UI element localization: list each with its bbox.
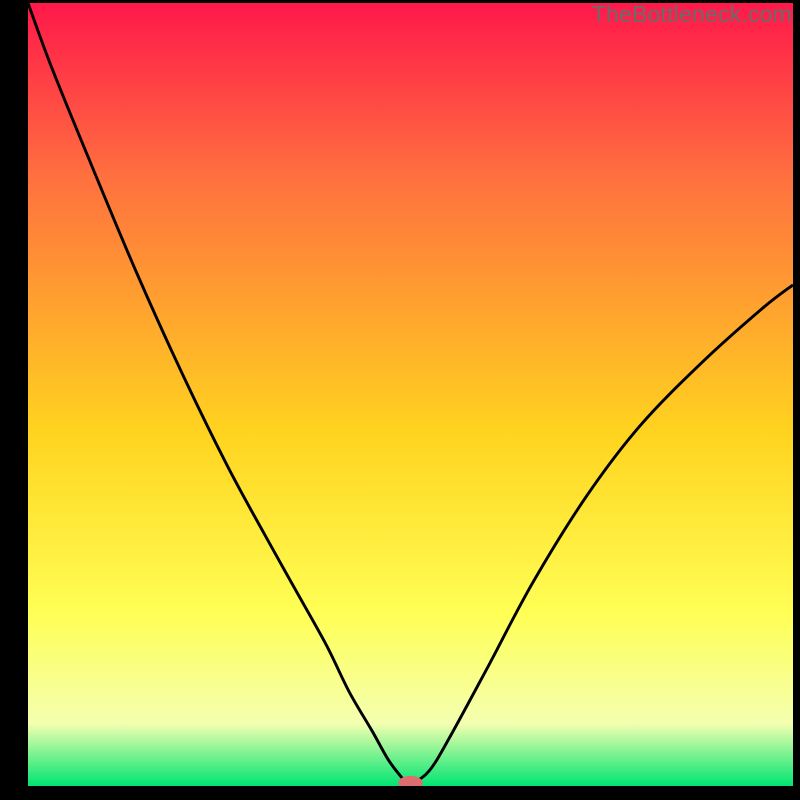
watermark-text: TheBottleneck.com [592, 1, 792, 28]
bottleneck-chart [28, 3, 793, 786]
chart-frame: TheBottleneck.com [0, 0, 800, 800]
gradient-background [28, 3, 793, 786]
